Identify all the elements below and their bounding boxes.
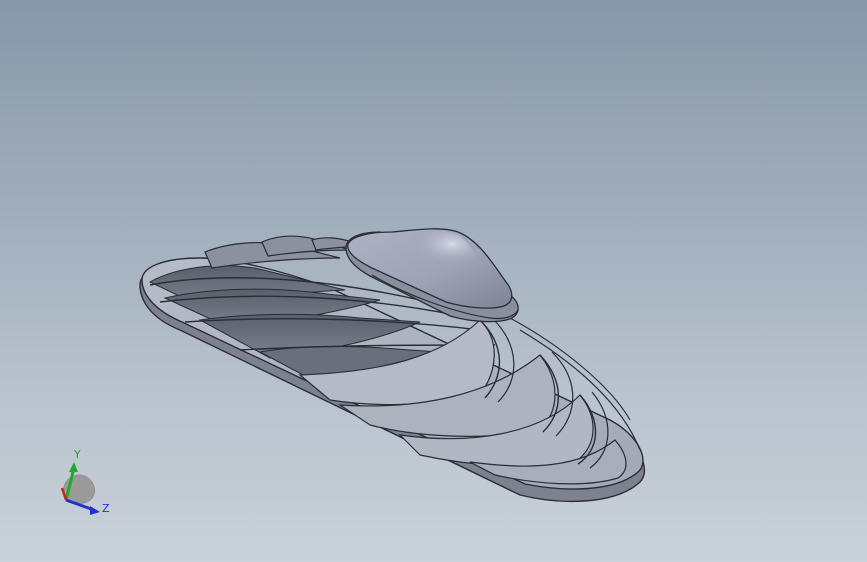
graphics-viewport[interactable]: Y Z [0, 0, 867, 562]
orientation-triad: Y Z [60, 448, 110, 515]
triad-z-arrow [90, 506, 100, 515]
triad-y-label: Y [73, 448, 81, 461]
triad-y-arrow [69, 462, 78, 472]
impeller-model[interactable] [0, 0, 867, 562]
triad-z-label: Z [102, 502, 110, 515]
